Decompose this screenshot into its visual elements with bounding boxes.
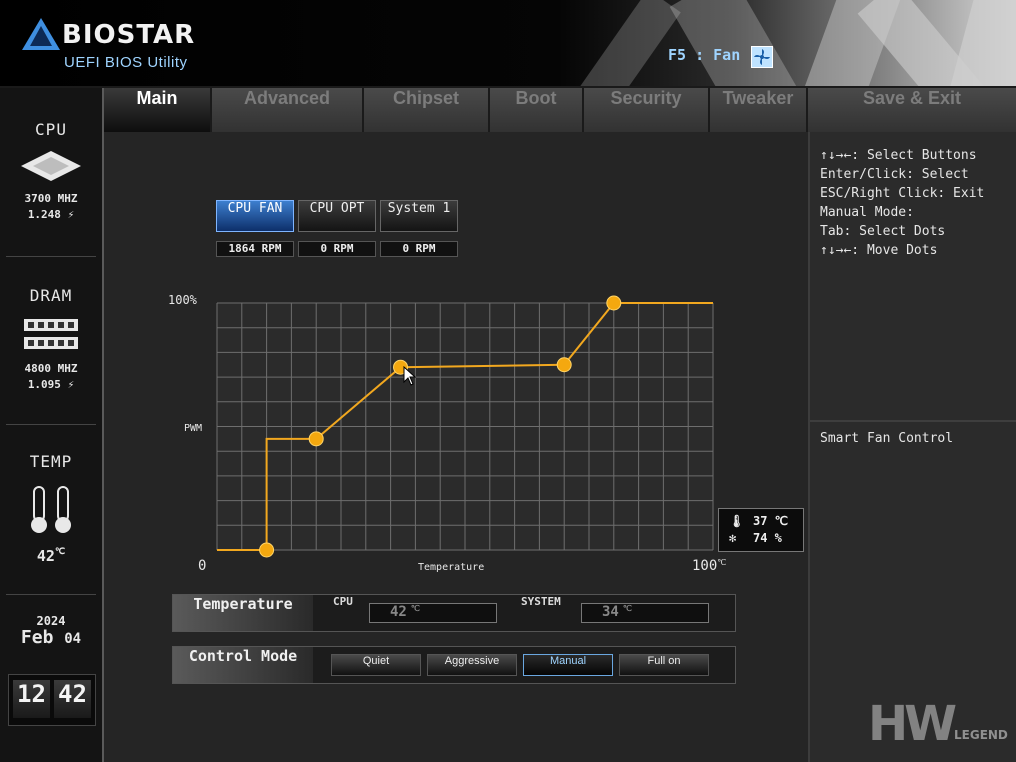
cpu-temp-label: CPU bbox=[333, 595, 353, 608]
watermark-logo: HW LEGEND bbox=[868, 696, 1016, 756]
mouse-cursor-icon bbox=[403, 366, 417, 386]
menu-tabs: Main Advanced Chipset Boot Security Twea… bbox=[104, 88, 1016, 132]
readout-duty: 74 % bbox=[753, 531, 782, 545]
mode-aggressive-button[interactable]: Aggressive bbox=[427, 654, 517, 676]
watermark-word: LEGEND bbox=[954, 728, 1008, 742]
bios-screen: BIOSTAR UEFI BIOS Utility F5 : Fan CPU 3… bbox=[0, 0, 1016, 762]
mode-manual-button[interactable]: Manual bbox=[523, 654, 613, 676]
system-temp-field: 34 ℃ bbox=[581, 603, 709, 623]
y-axis-max-label: 100% bbox=[168, 293, 198, 307]
curve-dot-1[interactable] bbox=[259, 542, 275, 558]
mode-quiet-button[interactable]: Quiet bbox=[331, 654, 421, 676]
tab-save-exit[interactable]: Save & Exit bbox=[808, 88, 1016, 132]
help-line: Tab: Select Dots bbox=[820, 224, 946, 239]
cpu-temp-field: 42 ℃ bbox=[369, 603, 497, 623]
date-day: 04 bbox=[64, 631, 82, 647]
bolt-icon: ⚡ bbox=[67, 208, 75, 221]
tab-chipset[interactable]: Chipset bbox=[364, 88, 490, 132]
tab-main[interactable]: Main bbox=[104, 88, 212, 132]
cpu-section: CPU 3700 MHZ 1.248 ⚡ bbox=[0, 120, 102, 223]
cpu-title: CPU bbox=[35, 120, 67, 139]
help-line: ↑↓→←: Select Buttons bbox=[820, 148, 977, 163]
tab-advanced[interactable]: Advanced bbox=[212, 88, 364, 132]
dram-voltage: 1.095 bbox=[27, 378, 61, 391]
x-axis-min-label: 0 bbox=[198, 558, 206, 574]
help-line: Enter/Click: Select bbox=[820, 167, 969, 182]
cpu-voltage: 1.248 bbox=[27, 208, 61, 221]
help-line: Manual Mode: bbox=[820, 205, 914, 220]
biostar-logo-icon bbox=[22, 18, 60, 50]
tab-security[interactable]: Security bbox=[584, 88, 710, 132]
cpu-opt-button[interactable]: CPU OPT bbox=[298, 200, 376, 232]
dram-section: DRAM 4800 MHZ 1.095 ⚡ bbox=[0, 286, 102, 393]
cpu-fan-button[interactable]: CPU FAN bbox=[216, 200, 294, 232]
status-sidebar: CPU 3700 MHZ 1.248 ⚡ DRAM 4800 MHZ 1.095… bbox=[0, 88, 105, 762]
temp-value: 42 bbox=[36, 547, 55, 565]
curve-dot-5[interactable] bbox=[606, 295, 622, 311]
temp-section: TEMP 42℃ bbox=[0, 452, 102, 565]
fan-icon[interactable] bbox=[751, 46, 773, 68]
temperature-row: Temperature CPU 42 ℃ SYSTEM 34 ℃ bbox=[172, 594, 736, 632]
control-mode-label: Control Mode bbox=[173, 647, 313, 683]
curve-dot-4[interactable] bbox=[556, 357, 572, 373]
tab-boot[interactable]: Boot bbox=[490, 88, 584, 132]
cpu-frequency: 3700 MHZ bbox=[24, 192, 78, 205]
cpu-chip-icon bbox=[21, 151, 81, 181]
cpu-opt-rpm: 0 RPM bbox=[298, 241, 376, 257]
bolt-icon: ⚡ bbox=[67, 378, 75, 391]
readout-temperature: 37 ℃ bbox=[753, 514, 789, 528]
system1-fan-button[interactable]: System 1 bbox=[380, 200, 458, 232]
header-banner: BIOSTAR UEFI BIOS Utility F5 : Fan bbox=[0, 0, 1016, 86]
celsius-icon: ℃ bbox=[54, 547, 66, 557]
fan-hotkey-hint: F5 : Fan bbox=[668, 46, 741, 64]
watermark-mark: HW bbox=[868, 696, 957, 752]
clock-minute: 42 bbox=[54, 680, 91, 718]
thermometer-icon bbox=[28, 485, 74, 535]
item-description: Smart Fan Control bbox=[820, 431, 954, 446]
system-temp-label: SYSTEM bbox=[521, 595, 561, 608]
date-section: 2024 Feb 04 bbox=[0, 614, 102, 649]
system1-fan-rpm: 0 RPM bbox=[380, 241, 458, 257]
cpu-fan-rpm: 1864 RPM bbox=[216, 241, 294, 257]
utility-subtitle: UEFI BIOS Utility bbox=[64, 54, 188, 71]
control-mode-row: Control Mode Quiet Aggressive Manual Ful… bbox=[172, 646, 736, 684]
clock-hour: 12 bbox=[13, 680, 50, 718]
dram-frequency: 4800 MHZ bbox=[24, 362, 78, 375]
thermometer-icon: 🌡 bbox=[729, 514, 745, 528]
x-axis-label: Temperature bbox=[418, 562, 484, 573]
help-line: ESC/Right Click: Exit bbox=[820, 186, 985, 201]
dram-title: DRAM bbox=[29, 286, 73, 305]
help-line: ↑↓→←: Move Dots bbox=[820, 243, 938, 258]
brand-name: BIOSTAR bbox=[62, 20, 196, 50]
x-axis-max-label: 100℃ bbox=[692, 558, 726, 574]
date-month: Feb bbox=[20, 627, 54, 648]
chart-grid bbox=[216, 302, 714, 551]
mode-full-on-button[interactable]: Full on bbox=[619, 654, 709, 676]
fan-curve-chart[interactable]: 100% PWM 0 Temperature 100℃ bbox=[160, 286, 800, 576]
y-axis-label: PWM bbox=[184, 423, 202, 434]
fan-icon: ✻ bbox=[729, 531, 737, 545]
biostar-logo: BIOSTAR UEFI BIOS Utility bbox=[22, 14, 202, 74]
temp-title: TEMP bbox=[29, 452, 73, 471]
tab-tweaker[interactable]: Tweaker bbox=[710, 88, 808, 132]
dram-module-icon bbox=[24, 317, 78, 351]
help-panel: ↑↓→←: Select Buttons Enter/Click: Select… bbox=[808, 132, 1016, 762]
temperature-row-label: Temperature bbox=[173, 595, 313, 631]
curve-readout: 🌡 37 ℃ ✻ 74 % bbox=[718, 508, 804, 552]
curve-dot-2[interactable] bbox=[308, 431, 324, 447]
flip-clock: 12 42 bbox=[8, 674, 96, 726]
date-year: 2024 bbox=[36, 614, 66, 628]
